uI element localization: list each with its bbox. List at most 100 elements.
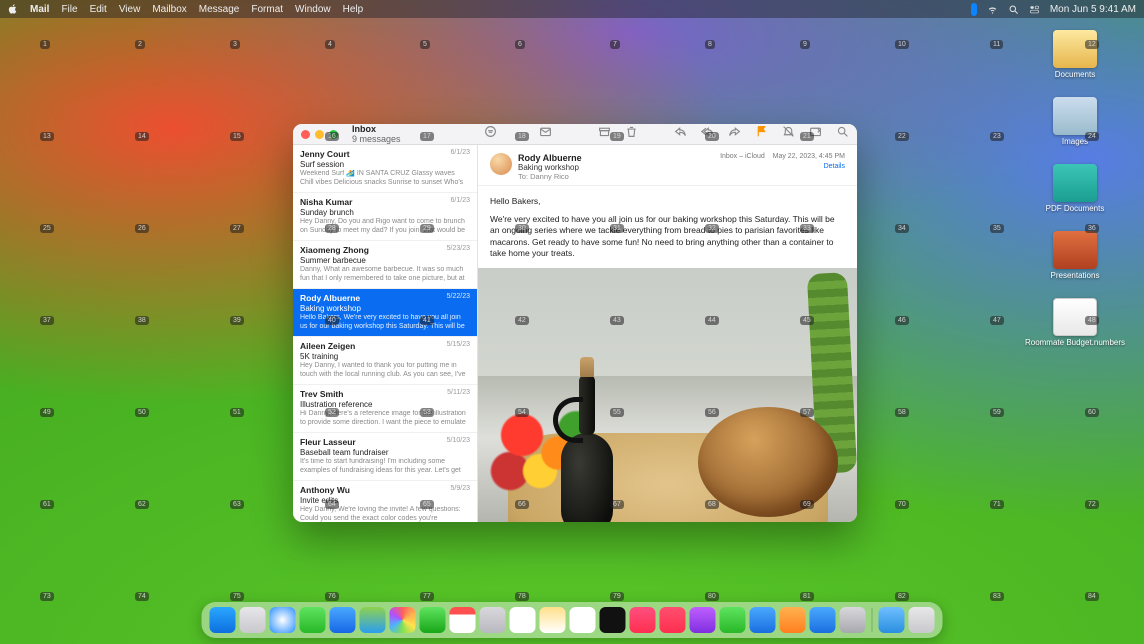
- dock-app-numbers[interactable]: [720, 607, 746, 633]
- dock-app-finder[interactable]: [210, 607, 236, 633]
- apple-menu-icon[interactable]: [8, 4, 18, 14]
- desktop-icon-pdf-documents[interactable]: PDF Documents: [1020, 164, 1130, 213]
- dock-app-mail[interactable]: [330, 607, 356, 633]
- dock-app-reminders[interactable]: [510, 607, 536, 633]
- wifi-icon[interactable]: [987, 4, 998, 15]
- mailbox-title: Inbox: [352, 124, 401, 134]
- menu-help[interactable]: Help: [343, 4, 364, 15]
- dock-app-photos[interactable]: [390, 607, 416, 633]
- pane-sender-name: Rody Albuerne: [518, 153, 582, 163]
- pane-subject: Baking workshop: [518, 163, 582, 172]
- menu-view[interactable]: View: [119, 4, 141, 15]
- desktop-icon-images[interactable]: Images: [1020, 97, 1130, 146]
- filter-icon[interactable]: [484, 125, 497, 143]
- menu-message[interactable]: Message: [199, 4, 240, 15]
- message-list[interactable]: Jenny Court6/1/23Surf sessionWeekend Sur…: [293, 145, 478, 522]
- msg-preview: It's time to start fundraising! I'm incl…: [300, 458, 470, 475]
- dock-app-music[interactable]: [630, 607, 656, 633]
- search-icon[interactable]: [836, 125, 849, 143]
- dock-app-safari[interactable]: [270, 607, 296, 633]
- msg-date: 5/15/23: [447, 341, 470, 351]
- menu-edit[interactable]: Edit: [90, 4, 107, 15]
- screen-mirroring-icon[interactable]: [971, 3, 977, 16]
- msg-sender: Fleur Lasseur: [300, 437, 356, 447]
- flag-icon[interactable]: [755, 125, 768, 143]
- dock-app-podcasts[interactable]: [690, 607, 716, 633]
- move-icon[interactable]: [809, 125, 822, 143]
- dock: [202, 602, 943, 638]
- menu-mailbox[interactable]: Mailbox: [152, 4, 186, 15]
- msg-date: 5/10/23: [447, 437, 470, 447]
- dock-app-news[interactable]: [660, 607, 686, 633]
- dock-app-notes[interactable]: [540, 607, 566, 633]
- dock-app-appstore[interactable]: [810, 607, 836, 633]
- control-center-icon[interactable]: [1029, 4, 1040, 15]
- message-list-item[interactable]: Aileen Zeigen5/15/235K trainingHey Danny…: [293, 337, 477, 385]
- desktop-icon-presentations[interactable]: Presentations: [1020, 231, 1130, 280]
- window-minimize-button[interactable]: [315, 130, 324, 139]
- desktop-icon-label: Roommate Budget.numbers: [1025, 338, 1125, 347]
- msg-date: 5/23/23: [447, 245, 470, 255]
- message-list-item[interactable]: Nisha Kumar6/1/23Sunday brunchHey Danny,…: [293, 193, 477, 241]
- msg-subject: Baking workshop: [300, 304, 470, 313]
- menu-file[interactable]: File: [61, 4, 77, 15]
- message-list-item[interactable]: Trev Smith5/11/23Illustration referenceH…: [293, 385, 477, 433]
- reading-pane: Rody Albuerne Baking workshop To: Danny …: [478, 145, 857, 522]
- dock-app-settings[interactable]: [840, 607, 866, 633]
- msg-subject: Summer barbecue: [300, 256, 470, 265]
- dock-app-facetime[interactable]: [420, 607, 446, 633]
- dock-app-maps[interactable]: [360, 607, 386, 633]
- dock-app-messages[interactable]: [300, 607, 326, 633]
- menubar-clock[interactable]: Mon Jun 5 9:41 AM: [1050, 4, 1136, 15]
- body-greeting: Hello Bakers,: [490, 196, 845, 208]
- compose-icon[interactable]: [539, 125, 552, 143]
- msg-sender: Nisha Kumar: [300, 197, 352, 207]
- body-text: We're very excited to have you all join …: [490, 214, 845, 260]
- dock-app-keynote[interactable]: [750, 607, 776, 633]
- msg-sender: Rody Albuerne: [300, 293, 360, 303]
- spotlight-icon[interactable]: [1008, 4, 1019, 15]
- window-zoom-button[interactable]: [329, 130, 338, 139]
- menu-format[interactable]: Format: [251, 4, 283, 15]
- reply-icon[interactable]: [674, 125, 687, 143]
- dock-app-launchpad[interactable]: [240, 607, 266, 633]
- message-list-item[interactable]: Anthony Wu5/9/23Invite editsHey Danny, W…: [293, 481, 477, 522]
- reply-all-icon[interactable]: [701, 125, 714, 143]
- mailbox-subtitle: 9 messages: [352, 134, 401, 144]
- msg-subject: Illustration reference: [300, 400, 470, 409]
- dock-app-tv[interactable]: [600, 607, 626, 633]
- desktop-icon-label: Documents: [1055, 70, 1095, 79]
- msg-preview: Hello Bakers, We're very excited to have…: [300, 314, 470, 331]
- mute-icon[interactable]: [782, 125, 795, 143]
- message-list-item[interactable]: Xiaomeng Zhong5/23/23Summer barbecueDann…: [293, 241, 477, 289]
- forward-icon[interactable]: [728, 125, 741, 143]
- message-list-item[interactable]: Rody Albuerne 5/22/23Baking workshopHello…: [293, 289, 477, 337]
- desktop-icon-roommate-budget-numbers[interactable]: Roommate Budget.numbers: [1020, 298, 1130, 347]
- menu-window[interactable]: Window: [295, 4, 331, 15]
- dock-app-calendar[interactable]: [450, 607, 476, 633]
- dock-app-pages[interactable]: [780, 607, 806, 633]
- msg-preview: Hey Danny, Do you and Rigo want to come …: [300, 218, 470, 235]
- dock-app-freeform[interactable]: [570, 607, 596, 633]
- msg-sender: Jenny Court: [300, 149, 350, 159]
- desktop-icon-documents[interactable]: Documents: [1020, 30, 1130, 79]
- mail-window: Inbox 9 messages Jenny Court6/1/23Surf s…: [293, 124, 857, 522]
- window-close-button[interactable]: [301, 130, 310, 139]
- archive-icon[interactable]: [598, 125, 611, 143]
- menubar-app-name[interactable]: Mail: [30, 4, 49, 15]
- desktop-icon-label: Presentations: [1051, 271, 1100, 280]
- mail-toolbar: Inbox 9 messages: [293, 124, 857, 145]
- msg-sender: Trev Smith: [300, 389, 343, 399]
- details-link[interactable]: Details: [720, 163, 845, 170]
- dock-app-downloads[interactable]: [879, 607, 905, 633]
- msg-subject: Sunday brunch: [300, 208, 470, 217]
- msg-date: 5/9/23: [451, 485, 470, 495]
- dock-app-trash[interactable]: [909, 607, 935, 633]
- msg-date: 5/22/23: [447, 293, 470, 303]
- desktop-icon-label: PDF Documents: [1046, 204, 1105, 213]
- trash-icon[interactable]: [625, 125, 638, 143]
- message-list-item[interactable]: Fleur Lasseur5/10/23Baseball team fundra…: [293, 433, 477, 481]
- dock-app-contacts[interactable]: [480, 607, 506, 633]
- msg-preview: Hey Danny, We're loving the invite! A fe…: [300, 506, 470, 522]
- message-list-item[interactable]: Jenny Court6/1/23Surf sessionWeekend Sur…: [293, 145, 477, 193]
